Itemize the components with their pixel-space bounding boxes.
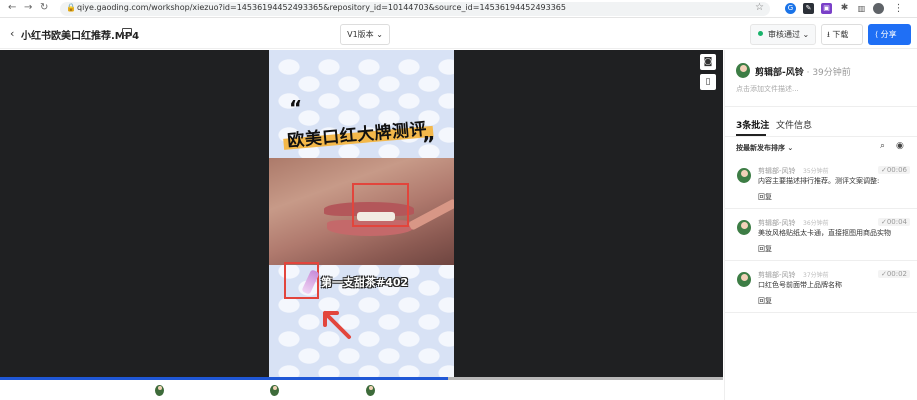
- quote-open-mark: “: [289, 96, 303, 120]
- more-menu-icon[interactable]: ⋮: [893, 3, 904, 14]
- tab-file-info[interactable]: 文件信息: [776, 118, 812, 131]
- lipstick-sticker-icon: [301, 269, 320, 295]
- divider: [725, 106, 917, 107]
- back-arrow-icon[interactable]: ←: [8, 2, 16, 13]
- comment-time: 36分钟前: [803, 220, 829, 227]
- phone-preview-icon[interactable]: ▯: [700, 74, 716, 90]
- lock-icon: 🔒: [66, 3, 76, 12]
- comment-timestamp[interactable]: ✓00:06: [877, 166, 910, 174]
- folder-icon[interactable]: [122, 28, 132, 36]
- comment-time: 35分钟前: [803, 168, 829, 175]
- owner-avatar: [736, 63, 750, 78]
- forward-arrow-icon[interactable]: →: [24, 2, 32, 13]
- comment-timeline: [0, 380, 723, 400]
- address-bar[interactable]: 🔒 qiye.gaoding.com/workshop/xiezuo?id=14…: [60, 2, 770, 16]
- timeline-avatar-marker[interactable]: [155, 385, 164, 396]
- version-dropdown[interactable]: V1版本 ⌄: [340, 24, 390, 45]
- reply-link[interactable]: 回复: [758, 244, 772, 254]
- app-header: ‹ 小红书欧美口红推荐.MP4 V1版本 ⌄ 审核通过 ⌄ ⭳ 下载 ⟨ 分享: [0, 19, 917, 49]
- description-placeholder[interactable]: 点击添加文件描述...: [736, 84, 799, 94]
- extension-icon-1[interactable]: G: [785, 3, 796, 14]
- url-text: qiye.gaoding.com/workshop/xiezuo?id=1453…: [77, 3, 566, 12]
- status-dot-icon: [758, 31, 763, 36]
- search-icon[interactable]: ⌕: [880, 141, 885, 151]
- owner-line: 剪辑部-风铃 · 39分钟前: [755, 65, 851, 78]
- download-button[interactable]: ⭳ 下载: [821, 24, 863, 45]
- owner-time: · 39分钟前: [803, 68, 851, 78]
- reply-link[interactable]: 回复: [758, 192, 772, 202]
- comment-author: 剪辑部-风铃: [758, 271, 796, 279]
- owner-name: 剪辑部-风铃: [755, 68, 804, 78]
- extension-icon-3[interactable]: ▣: [821, 3, 832, 14]
- comment-timestamp[interactable]: ✓00:02: [877, 270, 910, 278]
- extensions-puzzle-icon[interactable]: ✱: [839, 3, 850, 14]
- bookmark-star-icon[interactable]: ☆: [755, 2, 764, 13]
- comment-avatar: [737, 220, 751, 235]
- audit-status-dropdown[interactable]: 审核通过 ⌄: [750, 24, 816, 45]
- annotation-box-lips[interactable]: [352, 183, 409, 227]
- share-button[interactable]: ⟨ 分享: [868, 24, 911, 45]
- sidebar-toggle-icon[interactable]: ▥: [856, 3, 867, 14]
- screenshot-camera-icon[interactable]: ◙: [700, 54, 716, 70]
- timeline-avatar-marker[interactable]: [366, 385, 375, 396]
- comment-timestamp[interactable]: ✓00:04: [877, 218, 910, 226]
- comment-avatar: [737, 272, 751, 287]
- quote-close-mark: ”: [422, 132, 436, 156]
- eye-icon[interactable]: ◉: [896, 141, 904, 151]
- lipstick-applicator: [407, 198, 454, 231]
- extension-icon-2[interactable]: ✎: [803, 3, 814, 14]
- reply-link[interactable]: 回复: [758, 296, 772, 306]
- comment-text: 口红色号前面带上品牌名称: [758, 281, 842, 289]
- comment-author: 剪辑部-风铃: [758, 167, 796, 175]
- tab-comments[interactable]: 3条批注: [736, 118, 769, 131]
- sort-dropdown[interactable]: 按最新发布排序 ⌄: [736, 143, 793, 153]
- browser-toolbar: ← → ↻ 🔒 qiye.gaoding.com/workshop/xiezuo…: [0, 0, 917, 18]
- comment-item[interactable]: 剪辑部-风铃 37分钟前 ✓00:02 口红色号前面带上品牌名称 回复: [725, 262, 917, 313]
- comment-item[interactable]: 剪辑部-风铃 35分钟前 ✓00:06 内容主要描述排行推荐。测评文案调整: 回…: [725, 158, 917, 209]
- annotation-arrow-icon: [323, 311, 351, 339]
- comment-item[interactable]: 剪辑部-风铃 36分钟前 ✓00:04 美妆风格贴纸太卡通，直接抠图用商品实物 …: [725, 210, 917, 261]
- comment-text: 内容主要描述排行推荐。测评文案调整:: [758, 177, 880, 185]
- audit-label: 审核通过 ⌄: [768, 30, 810, 39]
- profile-avatar-icon[interactable]: [873, 3, 884, 14]
- comment-panel: 剪辑部-风铃 · 39分钟前 点击添加文件描述... 3条批注 文件信息 按最新…: [724, 50, 917, 400]
- divider: [725, 136, 917, 137]
- comment-author: 剪辑部-风铃: [758, 219, 796, 227]
- timeline-avatar-marker[interactable]: [270, 385, 279, 396]
- video-stage: “ 欧美口红大牌测评 ” 第一支甜茶#402 ◙ ▯: [0, 50, 723, 377]
- reload-icon[interactable]: ↻: [40, 2, 48, 13]
- video-caption: 第一支甜茶#402: [321, 276, 409, 289]
- comment-text: 美妆风格贴纸太卡通，直接抠图用商品实物: [758, 229, 891, 237]
- comment-avatar: [737, 168, 751, 183]
- annotation-box-sticker[interactable]: [284, 262, 320, 299]
- back-icon[interactable]: ‹: [10, 27, 14, 40]
- comment-time: 37分钟前: [803, 272, 829, 279]
